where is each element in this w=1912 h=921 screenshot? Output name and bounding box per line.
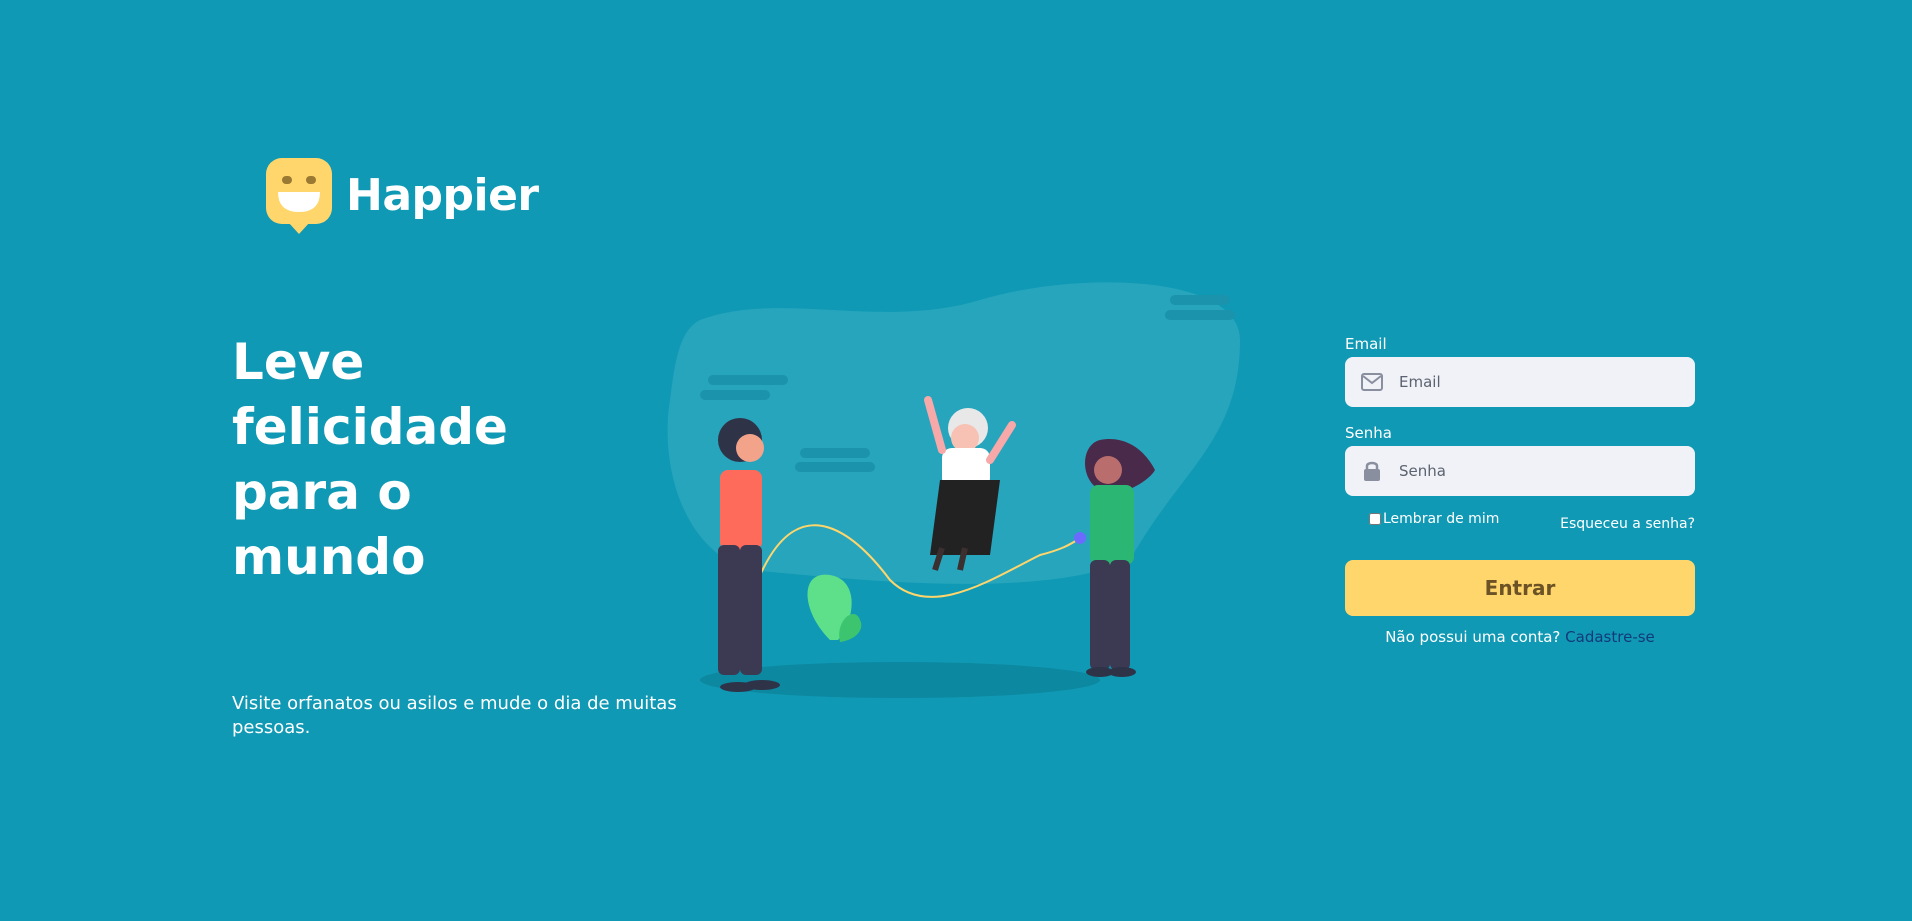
login-form: Email Senha Lembrar de mim Esquece [1345,334,1695,646]
email-label: Email [1345,335,1387,353]
smile-face-icon [266,158,334,234]
remember-me[interactable]: Lembrar de mim [1369,511,1499,527]
brand-logo: Happier [266,158,539,234]
hero-subtitle: Visite orfanatos ou asilos e mude o dia … [232,693,677,738]
password-label: Senha [1345,424,1392,442]
lock-icon [1359,458,1385,484]
forgot-password-link[interactable]: Esqueceu a senha? [1560,516,1695,532]
password-input[interactable] [1397,450,1695,492]
envelope-icon [1359,369,1385,395]
signup-text: Não possui uma conta? [1385,628,1561,646]
password-field[interactable] [1345,446,1695,496]
hero-headline: Leve felicidade para o mundo [232,333,508,586]
email-input[interactable] [1397,361,1695,403]
brand-name: Happier [346,170,539,221]
signup-link[interactable]: Cadastre-se [1565,628,1655,646]
email-field[interactable] [1345,357,1695,407]
signup-prompt: Não possui uma conta? Cadastre-se [1345,628,1695,646]
remember-checkbox[interactable] [1369,513,1381,525]
login-options: Lembrar de mim Esqueceu a senha? [1345,508,1695,544]
login-button[interactable]: Entrar [1345,560,1695,616]
kids-jumping-rope-illustration [660,280,1260,710]
remember-label: Lembrar de mim [1383,511,1500,527]
